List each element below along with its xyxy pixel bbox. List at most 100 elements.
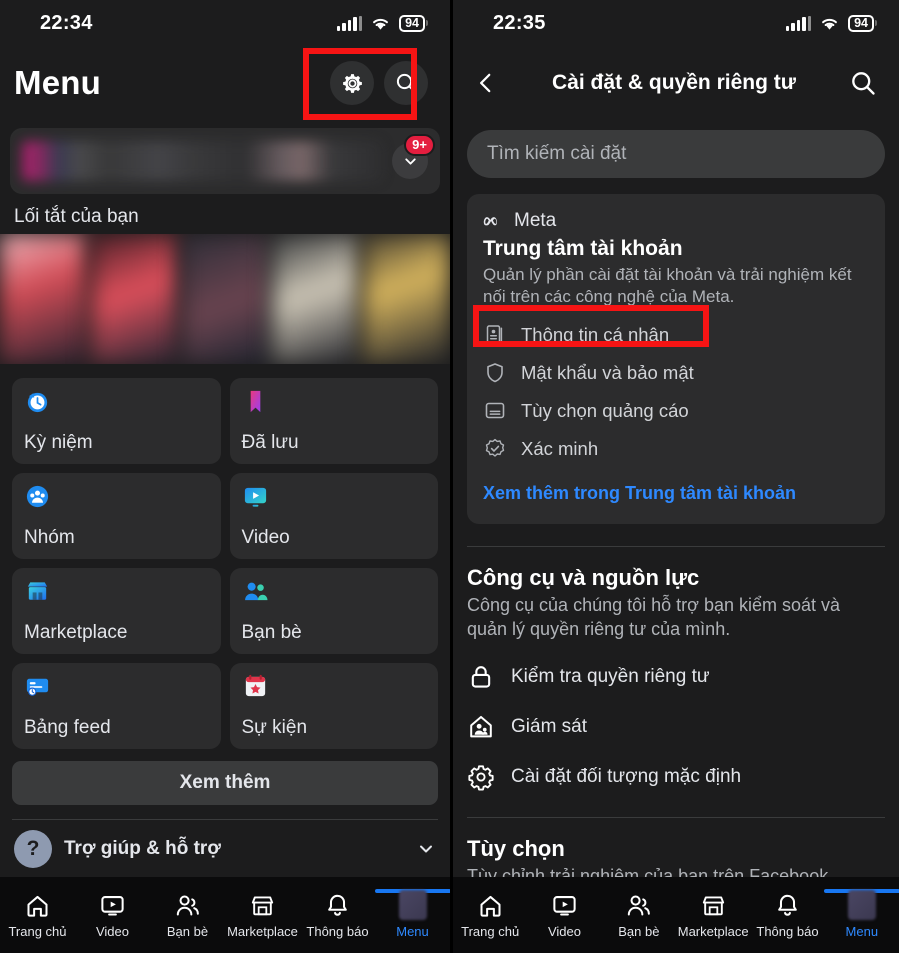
tile-nhom[interactable]: Nhóm <box>12 473 221 559</box>
shortcut-thumb[interactable] <box>90 234 178 364</box>
settings-search-input[interactable]: Tìm kiếm cài đặt <box>467 130 885 178</box>
nav-video[interactable]: Video <box>527 891 601 939</box>
nav-trang-chu[interactable]: Trang chủ <box>453 891 527 939</box>
account-item-mat-khau-bao-mat[interactable]: Mật khẩu và bảo mật <box>483 361 869 385</box>
nav-label: Menu <box>845 924 879 939</box>
wifi-icon <box>371 16 390 31</box>
back-button[interactable] <box>473 69 499 97</box>
nav-menu[interactable]: Menu <box>823 889 899 939</box>
menu-panel: 22:34 94 Menu 9+ Lối tắt của bạn Kỳ niệm… <box>0 0 450 953</box>
tile-ban-be[interactable]: Bạn bè <box>229 568 438 654</box>
account-center-link[interactable]: Xem thêm trong Trung tâm tài khoản <box>483 483 869 504</box>
status-time: 22:35 <box>493 11 546 34</box>
bottom-nav-left: Trang chủ Video Bạn bè Marketplace Thông… <box>0 877 450 953</box>
wifi-icon <box>820 16 839 31</box>
nav-marketplace[interactable]: Marketplace <box>676 891 750 939</box>
tile-label: Marketplace <box>24 622 128 643</box>
nav-trang-chu[interactable]: Trang chủ <box>0 891 75 939</box>
meta-infinity-icon <box>483 216 497 225</box>
gear-icon <box>342 73 362 93</box>
events-calendar-icon <box>245 674 265 697</box>
settings-header: Cài đặt & quyền riêng tư <box>453 46 899 120</box>
chevron-down-icon <box>420 845 432 853</box>
screenshot-root: 22:34 94 Menu 9+ Lối tắt của bạn Kỳ niệm… <box>0 0 899 953</box>
shortcuts-strip[interactable] <box>0 234 450 364</box>
nav-menu[interactable]: Menu <box>374 889 450 939</box>
nav-label: Marketplace <box>227 924 298 939</box>
chevron-left-icon <box>479 73 491 93</box>
tile-label: Sự kiện <box>241 717 308 738</box>
search-button[interactable] <box>849 69 877 97</box>
gear-icon <box>468 765 494 791</box>
tile-video[interactable]: Video <box>229 473 438 559</box>
tile-ky-niem[interactable]: Kỳ niệm <box>12 378 221 464</box>
tools-item-label: Kiểm tra quyền riêng tư <box>511 666 710 688</box>
nav-label: Trang chủ <box>461 924 520 939</box>
marketplace-icon <box>27 582 48 600</box>
menu-tiles-grid: Kỳ niệm Đã lưu Nhóm Video Marketplace Bạ… <box>0 364 450 749</box>
status-bar-left: 22:34 94 <box>0 0 450 46</box>
shortcut-thumb[interactable] <box>363 234 450 364</box>
profile-row[interactable]: 9+ <box>10 128 440 194</box>
profile-name-blurred <box>22 141 382 181</box>
nav-thong-bao[interactable]: Thông báo <box>750 891 824 939</box>
page-title: Menu <box>14 64 101 101</box>
tools-item-label: Giám sát <box>511 716 588 738</box>
verified-badge-icon <box>485 438 505 457</box>
bottom-nav-right: Trang chủ Video Bạn bè Marketplace Thông… <box>453 877 899 953</box>
shortcut-thumb[interactable] <box>0 234 87 364</box>
nav-ban-be[interactable]: Bạn bè <box>602 891 676 939</box>
shortcut-thumb[interactable] <box>181 234 269 364</box>
tools-title: Công cụ và nguồn lực <box>467 564 700 590</box>
battery-indicator: 94 <box>399 14 428 32</box>
tile-marketplace[interactable]: Marketplace <box>12 568 221 654</box>
profile-expand-button[interactable]: 9+ <box>392 134 435 179</box>
tools-description: Công cụ của chúng tôi hỗ trợ bạn kiểm so… <box>467 594 841 639</box>
nav-label: Thông báo <box>306 924 369 939</box>
see-more-button[interactable]: Xem thêm <box>12 761 438 805</box>
search-icon <box>396 73 416 93</box>
shortcut-thumb[interactable] <box>272 234 360 364</box>
nav-label: Thông báo <box>756 924 819 939</box>
tools-item-cai-dat-doi-tuong-mac-dinh[interactable]: Cài đặt đối tượng mặc định <box>467 763 885 791</box>
tile-da-luu[interactable]: Đã lưu <box>229 378 438 464</box>
nav-video[interactable]: Video <box>75 891 150 939</box>
shield-icon <box>487 363 503 383</box>
tile-su-kien[interactable]: Sự kiện <box>229 663 438 749</box>
tile-label: Đã lưu <box>241 432 299 453</box>
header-actions <box>330 61 428 105</box>
nav-label: Video <box>95 924 129 939</box>
search-button[interactable] <box>384 61 428 105</box>
nav-label: Video <box>547 924 581 939</box>
memories-clock-icon <box>27 392 48 413</box>
question-mark-icon: ? <box>14 830 52 868</box>
menu-header: Menu <box>0 46 450 120</box>
nav-label: Menu <box>396 924 429 939</box>
friends-icon <box>174 891 202 919</box>
help-support-row[interactable]: ? Trợ giúp & hỗ trợ <box>0 820 450 868</box>
status-time: 22:34 <box>40 11 93 34</box>
tile-label: Kỳ niệm <box>24 432 93 453</box>
personal-details-icon <box>486 325 503 345</box>
ad-preferences-icon <box>485 402 505 419</box>
shortcuts-title: Lối tắt của bạn <box>14 206 139 227</box>
account-item-xac-minh[interactable]: Xác minh <box>483 437 869 461</box>
account-item-tuy-chon-quang-cao[interactable]: Tùy chọn quảng cáo <box>483 399 869 423</box>
marketplace-icon <box>249 891 277 919</box>
bell-icon <box>324 891 352 919</box>
nav-marketplace[interactable]: Marketplace <box>225 891 300 939</box>
tile-bang-feed[interactable]: Bảng feed <box>12 663 221 749</box>
marketplace-icon <box>699 891 727 919</box>
nav-thong-bao[interactable]: Thông báo <box>300 891 375 939</box>
nav-ban-be[interactable]: Bạn bè <box>150 891 225 939</box>
settings-panel: 22:35 94 Cài đặt & quyền riêng tư Tìm ki… <box>450 0 899 953</box>
help-label: Trợ giúp & hỗ trợ <box>64 838 221 859</box>
tools-item-kiem-tra-quyen-rieng-tu[interactable]: Kiểm tra quyền riêng tư <box>467 663 885 691</box>
status-indicators: 94 <box>336 14 428 32</box>
battery-level: 94 <box>854 15 868 30</box>
tools-section: Công cụ và nguồn lực Công cụ của chúng t… <box>453 547 899 791</box>
settings-button[interactable] <box>330 61 374 105</box>
account-item-thong-tin-ca-nhan[interactable]: Thông tin cá nhân <box>483 323 869 347</box>
tools-item-giam-sat[interactable]: Giám sát <box>467 713 885 741</box>
feeds-icon <box>26 678 49 696</box>
